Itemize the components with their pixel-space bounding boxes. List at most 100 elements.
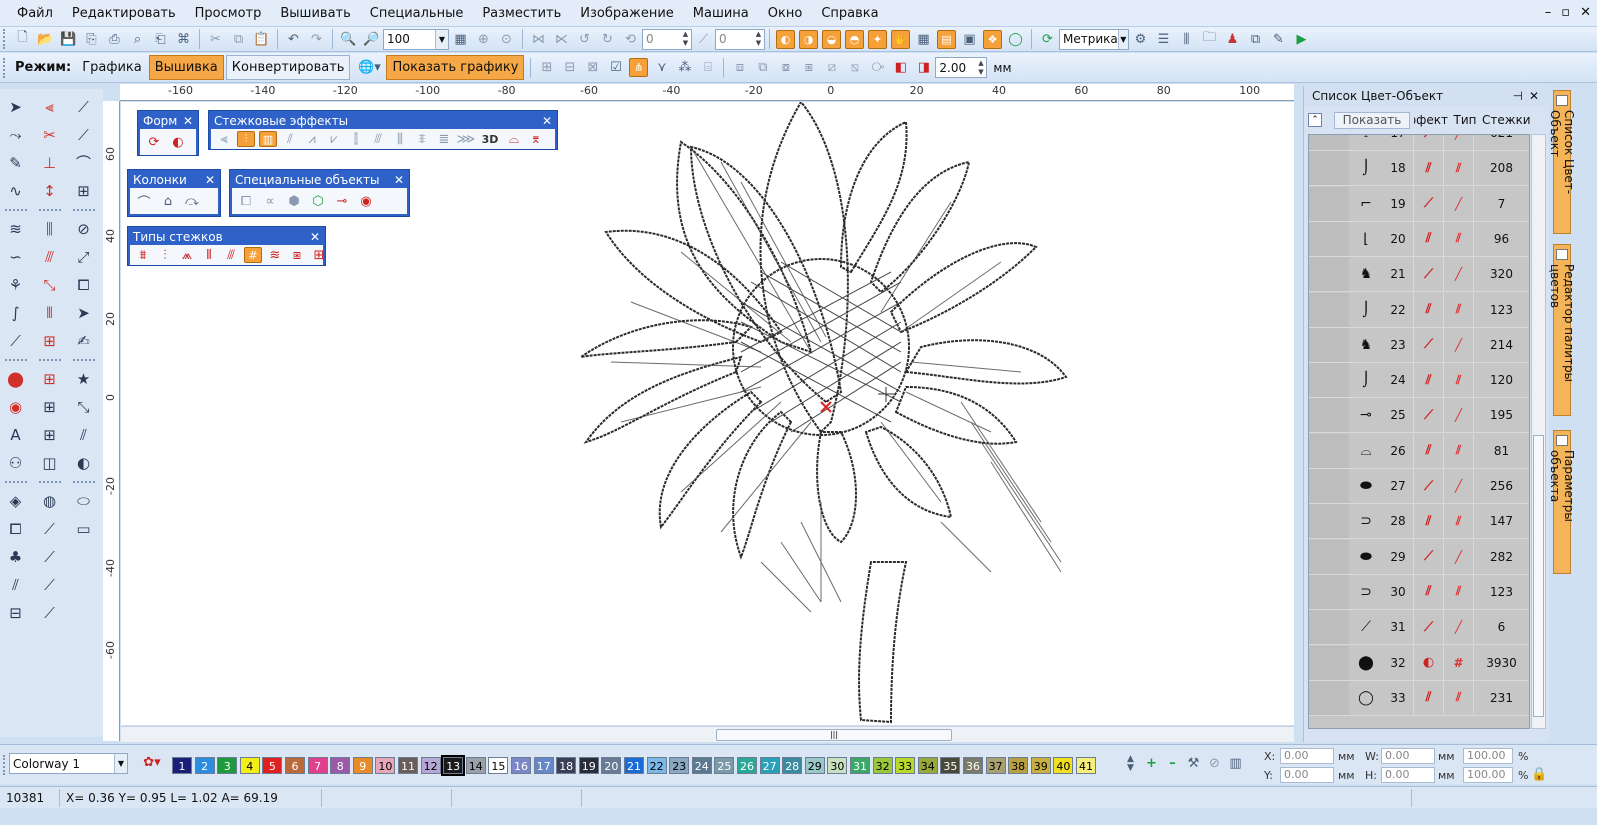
color-swatch-19[interactable]: 19 xyxy=(578,757,599,774)
weld-icon[interactable]: ⧉ xyxy=(753,58,772,77)
text-tool-icon[interactable]: ⊞ xyxy=(39,424,61,445)
color-swatch-7[interactable]: 7 xyxy=(307,757,328,774)
stitch-type-9-icon[interactable]: ⊞ xyxy=(310,247,328,263)
split-icon[interactable]: ⊟ xyxy=(560,58,579,77)
list-scrollbar[interactable] xyxy=(1531,134,1546,729)
color-swatch-4[interactable]: 4 xyxy=(239,757,260,774)
frame-tool-icon[interactable]: ⟋ xyxy=(39,518,61,539)
outline-tool-icon[interactable]: ◑ xyxy=(799,29,818,49)
menu-item-5[interactable]: Специальные xyxy=(360,0,473,27)
color-swatch-25[interactable]: 25 xyxy=(714,757,735,774)
line-tool-icon[interactable]: ⊞ xyxy=(39,330,61,351)
close-icon[interactable]: ✕ xyxy=(183,113,193,129)
menu-item-1[interactable]: Файл xyxy=(0,0,62,27)
list-item[interactable]: ⌓ 26 ⫽ ⫽ 81 xyxy=(1309,433,1529,469)
tree-tool-icon[interactable]: ♣ xyxy=(5,546,27,567)
draw-tool-icon[interactable]: ✎ xyxy=(5,152,27,173)
trim-icon[interactable]: ⌸ xyxy=(698,58,717,77)
add-color-icon[interactable]: + xyxy=(1142,754,1161,773)
color-swatch-27[interactable]: 27 xyxy=(759,757,780,774)
zoom-1to1-icon[interactable]: ⊙ xyxy=(497,30,516,49)
grid-icon[interactable]: ▦ xyxy=(914,30,933,49)
draw-tool-icon[interactable]: ⌒ xyxy=(73,152,95,173)
combine-icon[interactable]: ⧈ xyxy=(730,58,749,77)
ring-tool-icon[interactable]: ◉ xyxy=(5,396,27,417)
color-swatch-24[interactable]: 24 xyxy=(691,757,712,774)
shape-tool-icon[interactable]: ⤡ xyxy=(39,274,61,295)
outline-width-icon[interactable]: ◨ xyxy=(914,58,933,77)
color-swatch-36[interactable]: 36 xyxy=(963,757,983,774)
mode-convert-button[interactable]: Конвертировать xyxy=(225,55,351,80)
color-swatch-15[interactable]: 15 xyxy=(488,757,509,774)
effect-11-icon[interactable]: ≣ xyxy=(435,131,453,147)
color-swatch-29[interactable]: 29 xyxy=(804,757,825,774)
column-c-icon[interactable]: ⤼ xyxy=(182,191,202,211)
color-swatch-5[interactable]: 5 xyxy=(262,757,283,774)
effect-15-icon[interactable]: ⌆ xyxy=(527,131,545,147)
list-item[interactable]: ⊃ 30 ⫽ ⫽ 123 xyxy=(1309,574,1529,610)
effect-8-icon[interactable]: ⫻ xyxy=(369,131,387,147)
redo-icon[interactable]: ↷ xyxy=(307,30,326,49)
menu-item-8[interactable]: Машина xyxy=(683,0,758,27)
select-tool-icon[interactable]: ⟋ xyxy=(73,96,95,117)
color-swatch-22[interactable]: 22 xyxy=(646,757,667,774)
node-tool-icon[interactable]: ⟋ xyxy=(73,124,95,145)
effect-10-icon[interactable]: ⩨ xyxy=(413,131,431,147)
object-list[interactable]: ⟟17⟋╱621⌡18⫽⫽208⌐19⟋╱7⌊20⫽⫽96♞21⟋╱320⌡22… xyxy=(1308,134,1530,729)
list-item[interactable]: ⟟17⟋╱621 xyxy=(1309,135,1529,151)
effect-7-icon[interactable]: ⫿ xyxy=(347,131,365,147)
color-swatch-32[interactable]: 32 xyxy=(872,757,893,774)
funnel-icon[interactable]: ⋎ xyxy=(652,58,671,77)
rotate-angle-input[interactable]: 0 ▲ ▼ xyxy=(642,28,692,50)
color-swatch-3[interactable]: 3 xyxy=(217,757,238,774)
mirror-h-icon[interactable]: ⋈ xyxy=(529,30,548,49)
print-preview-icon[interactable]: ⌕ xyxy=(128,30,147,49)
list-item[interactable]: ♞ 23 ⟋ ╱ 214 xyxy=(1309,327,1529,363)
palette-list-icon[interactable]: ▥ xyxy=(1226,754,1245,773)
colorway-options-icon[interactable]: ✿▾ xyxy=(138,753,166,772)
open-file-icon[interactable]: 📂 xyxy=(36,30,55,49)
colorway-combo[interactable]: Colorway 1 ▼ xyxy=(9,753,128,774)
collapse-up-icon[interactable]: ⌃ xyxy=(1308,113,1322,127)
effect-14-icon[interactable]: ⌓ xyxy=(505,131,523,147)
stitch-type-1-icon[interactable]: ⩩ xyxy=(134,247,152,263)
circle-tool-icon[interactable]: ★ xyxy=(73,368,95,389)
units-combo[interactable]: Метрика ▼ xyxy=(1059,28,1129,50)
effect-2-icon[interactable]: ⫶ xyxy=(237,131,255,147)
restore-icon[interactable]: ▫ xyxy=(1561,5,1570,20)
color-swatch-34[interactable]: 34 xyxy=(917,757,938,774)
rotate-right-icon[interactable]: ↻ xyxy=(598,30,617,49)
settings-icon[interactable]: ⚙ xyxy=(1131,30,1150,49)
scale-x-field[interactable]: 100.00 xyxy=(1463,748,1513,764)
stitch-type-8-icon[interactable]: ⧆ xyxy=(288,247,306,263)
slant-input[interactable]: 0 ▲ ▼ xyxy=(715,28,765,50)
ring-tool-icon[interactable]: ⤡ xyxy=(73,396,95,417)
y-field[interactable]: 0.00 xyxy=(1280,767,1334,783)
color-swatch-28[interactable]: 28 xyxy=(782,757,803,774)
color-swatch-18[interactable]: 18 xyxy=(556,757,577,774)
machine-icon[interactable]: ⌘ xyxy=(174,30,193,49)
people-tool-icon[interactable]: ◐ xyxy=(73,452,95,473)
effect-12-icon[interactable]: ⋙ xyxy=(457,131,476,147)
color-swatch-33[interactable]: 33 xyxy=(895,757,916,774)
tab-palette-editor[interactable]: Редактор палитры цветов xyxy=(1548,244,1576,416)
close-icon[interactable]: ✕ xyxy=(1580,5,1591,20)
save-icon[interactable]: 💾 xyxy=(59,30,78,49)
stitch-type-2-icon[interactable]: ⫶ xyxy=(156,247,174,263)
panel-controls[interactable]: ⊣✕ xyxy=(1512,86,1545,106)
color-swatch-10[interactable]: 10 xyxy=(375,757,396,774)
split-tool-icon[interactable]: ⊟ xyxy=(5,602,27,623)
rotate-left-icon[interactable]: ↺ xyxy=(575,30,594,49)
color-swatch-9[interactable]: 9 xyxy=(352,757,373,774)
close-icon[interactable]: ✕ xyxy=(205,172,215,188)
list-item[interactable]: ⊃ 28 ⫽ ⫽ 147 xyxy=(1309,504,1529,540)
needle-icon[interactable]: ✋ xyxy=(891,29,910,49)
horizontal-scrollbar[interactable]: ||| xyxy=(121,726,1294,742)
list-item[interactable]: ⟋ 31 ⟋ ╱ 6 xyxy=(1309,610,1529,646)
close-icon[interactable]: ✕ xyxy=(310,229,320,245)
diamond-tool-icon[interactable]: ⬭ xyxy=(73,490,95,511)
cut-icon[interactable]: ✂ xyxy=(206,30,225,49)
print-icon[interactable]: ⎙ xyxy=(105,30,124,49)
column-b-icon[interactable]: ⌂ xyxy=(158,191,178,211)
path-tool-icon[interactable]: ◓ xyxy=(845,29,864,49)
